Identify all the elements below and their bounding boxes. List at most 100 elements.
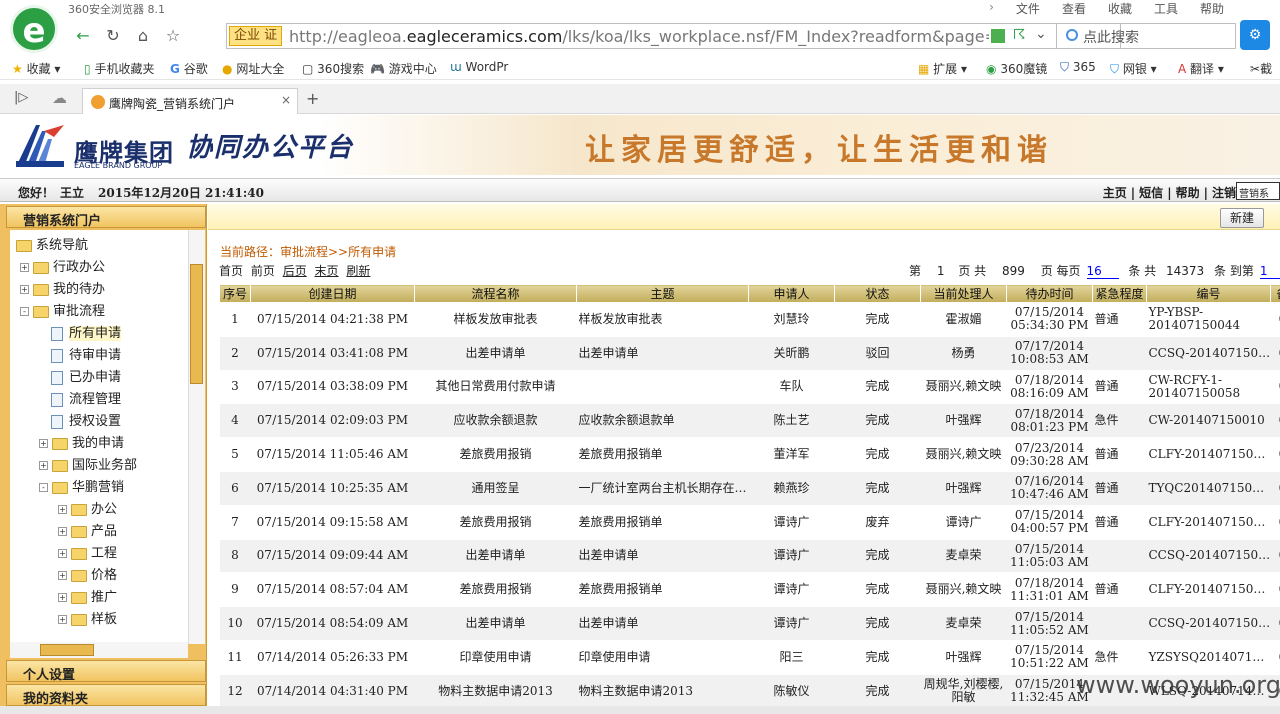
menu-favorites[interactable]: 收藏 [1108, 0, 1132, 17]
expand-icon[interactable]: + [58, 615, 67, 624]
extension-icon[interactable]: ⚙ [1240, 20, 1270, 50]
sidebar-toggle-icon[interactable]: |▷ [14, 90, 28, 105]
link-home[interactable]: 主页 [1103, 186, 1127, 200]
table-row[interactable]: 10 07/15/2014 08:54:09 AM 出差申请单 出差申请单 谭诗广 完成 麦… [219, 606, 1280, 641]
table-cell[interactable]: 物料主数据申请2013 [576, 674, 749, 709]
menu-view[interactable]: 查看 [1062, 0, 1086, 17]
table-cell[interactable]: 其他日常费用付款申请 [414, 370, 577, 405]
table-cell[interactable]: 差旅费用报销 [414, 572, 577, 608]
sidebar-section-personal[interactable]: 个人设置 [6, 660, 206, 683]
vertical-scroll-thumb[interactable] [190, 264, 203, 384]
expand-icon[interactable]: + [58, 505, 67, 514]
column-header[interactable]: 状态 [834, 284, 921, 303]
qr-icon[interactable] [991, 29, 1005, 43]
tree-item[interactable]: + 行政办公 [20, 258, 105, 278]
tree-item[interactable]: 待审申请 [39, 346, 121, 366]
expand-icon[interactable]: + [58, 571, 67, 580]
column-header[interactable]: 序号 [219, 284, 251, 303]
table-row[interactable]: 5 07/15/2014 11:05:46 AM 差旅费用报销 差旅费用报销单 董洋军 完… [219, 437, 1280, 472]
table-cell[interactable]: 差旅费用报销单 [576, 572, 749, 608]
table-cell[interactable] [576, 370, 749, 405]
table-row[interactable]: 11 07/14/2014 05:26:33 PM 印章使用申请 印章使用申请 阳三 完成… [219, 640, 1280, 675]
table-cell[interactable]: 物料主数据申请2013 [414, 674, 577, 709]
table-cell[interactable]: 样板发放审批表 [414, 302, 577, 337]
link-logout[interactable]: 注销 [1212, 186, 1236, 200]
tree-item[interactable]: + 价格 [58, 566, 117, 586]
table-cell[interactable]: 出差申请单 [576, 539, 749, 574]
table-row[interactable]: 2 07/15/2014 03:41:08 PM 出差申请单 出差申请单 关昕鹏 驳回 杨勇… [219, 336, 1280, 371]
new-button[interactable]: 新建 [1220, 208, 1264, 228]
goto-page-input[interactable]: 1 [1259, 264, 1280, 279]
column-header[interactable]: 待办时间 [1006, 284, 1093, 303]
expand-icon[interactable]: + [20, 263, 29, 272]
table-cell[interactable]: 通用签呈 [414, 471, 577, 506]
ext-screenshot[interactable]: ✂截 [1250, 60, 1272, 77]
last-page-link[interactable]: 末页 [315, 264, 339, 278]
table-cell[interactable]: 样板发放审批表 [576, 302, 749, 337]
tree-item[interactable]: 系统导航 [16, 236, 88, 256]
menu-tools[interactable]: 工具 [1154, 0, 1178, 17]
ext-mojing[interactable]: ◉ 360魔镜 [986, 60, 1047, 77]
cloud-icon[interactable]: ☁ [52, 89, 67, 107]
star-icon[interactable]: ☆ [160, 24, 186, 48]
address-bar[interactable]: 企业 证 http://eagleoa.eagleceramics.com/lk… [226, 23, 1121, 49]
menu-file[interactable]: 文件 [1016, 0, 1040, 17]
first-page-link[interactable]: 首页 [219, 264, 243, 278]
ext-translate[interactable]: A 翻译 ▾ [1178, 60, 1224, 77]
horizontal-scrollbar[interactable] [10, 642, 188, 658]
menu-help[interactable]: 帮助 [1200, 0, 1224, 17]
system-select[interactable]: 营销系 [1236, 182, 1280, 200]
horizontal-scroll-thumb[interactable] [40, 644, 94, 656]
browser-logo-icon[interactable]: e [10, 5, 58, 53]
expand-icon[interactable]: + [39, 439, 48, 448]
table-cell[interactable]: 出差申请单 [414, 539, 577, 574]
bookmark-wordpress[interactable]: ɯ WordPr [450, 60, 508, 74]
tree-item[interactable]: + 我的待办 [20, 280, 105, 300]
tree-item[interactable]: 流程管理 [39, 390, 121, 410]
table-cell[interactable]: 出差申请单 [414, 606, 577, 641]
table-cell[interactable]: 差旅费用报销 [414, 505, 577, 540]
next-page-link[interactable]: 后页 [283, 264, 307, 278]
table-cell[interactable]: 一厂统计室两台主机长期存在问题 [576, 471, 749, 506]
bookmark-games[interactable]: 🎮 游戏中心 [370, 60, 437, 77]
bookmark-hao[interactable]: ● 网址大全 [222, 60, 284, 77]
collapse-icon[interactable]: - [20, 307, 29, 316]
column-header[interactable]: 申请人 [748, 284, 835, 303]
column-header[interactable]: 当前处理人 [920, 284, 1007, 303]
table-row[interactable]: 7 07/15/2014 09:15:58 AM 差旅费用报销 差旅费用报销单 谭诗广 废… [219, 505, 1280, 540]
tree-item[interactable]: + 样板 [58, 610, 117, 630]
search-input[interactable]: 点此搜索 [1056, 23, 1236, 49]
collapse-icon[interactable]: - [39, 483, 48, 492]
chevron-right-icon[interactable]: › [989, 0, 994, 17]
ie-mode-icon[interactable]: ☈ [1013, 27, 1026, 43]
link-sms[interactable]: 短信 [1139, 186, 1163, 200]
chevron-down-icon[interactable]: ⌄ [1035, 26, 1047, 42]
home-icon[interactable]: ⌂ [130, 24, 156, 48]
column-header[interactable]: 紧急程度 [1092, 284, 1147, 303]
column-header[interactable]: 创建日期 [250, 284, 415, 303]
column-header[interactable]: 备 [1270, 284, 1280, 303]
tree-item[interactable]: 已办申请 [39, 368, 121, 388]
table-cell[interactable]: 应收款余额退款单 [576, 403, 749, 439]
tree-item[interactable]: - 审批流程 [20, 302, 105, 322]
tree-item[interactable]: + 我的申请 [39, 434, 124, 454]
ext-bank[interactable]: ⛉ 网银 ▾ [1110, 60, 1157, 77]
column-header[interactable]: 编号 [1146, 284, 1271, 303]
tree-item[interactable]: + 推广 [58, 588, 117, 608]
expand-icon[interactable]: + [39, 461, 48, 470]
tree-item[interactable]: + 国际业务部 [39, 456, 137, 476]
tab-active[interactable]: 鹰牌陶瓷_营销系统门户 × [82, 88, 298, 114]
bookmark-google[interactable]: G 谷歌 [170, 60, 208, 77]
sidebar-heading[interactable]: 营销系统门户 [6, 206, 206, 229]
table-row[interactable]: 3 07/15/2014 03:38:09 PM 其他日常费用付款申请 车队 完成 聂丽兴… [219, 370, 1280, 405]
table-row[interactable]: 6 07/15/2014 10:25:35 AM 通用签呈 一厂统计室两台主机长期存在… [219, 471, 1280, 506]
table-row[interactable]: 8 07/15/2014 09:09:44 AM 出差申请单 出差申请单 谭诗广 完成 麦卓… [219, 539, 1280, 574]
table-row[interactable]: 1 07/15/2014 04:21:38 PM 样板发放审批表 样板发放审批表 刘慧玲… [219, 302, 1280, 337]
tree-item[interactable]: 所有申请 [39, 324, 122, 344]
expand-icon[interactable]: + [58, 593, 67, 602]
expand-icon[interactable]: + [58, 527, 67, 536]
table-cell[interactable]: 差旅费用报销单 [576, 505, 749, 540]
corp-cert-badge[interactable]: 企业 证 [229, 26, 283, 46]
bookmark-mobile[interactable]: ▯ 手机收藏夹 [84, 60, 154, 77]
table-cell[interactable]: 差旅费用报销单 [576, 437, 749, 472]
